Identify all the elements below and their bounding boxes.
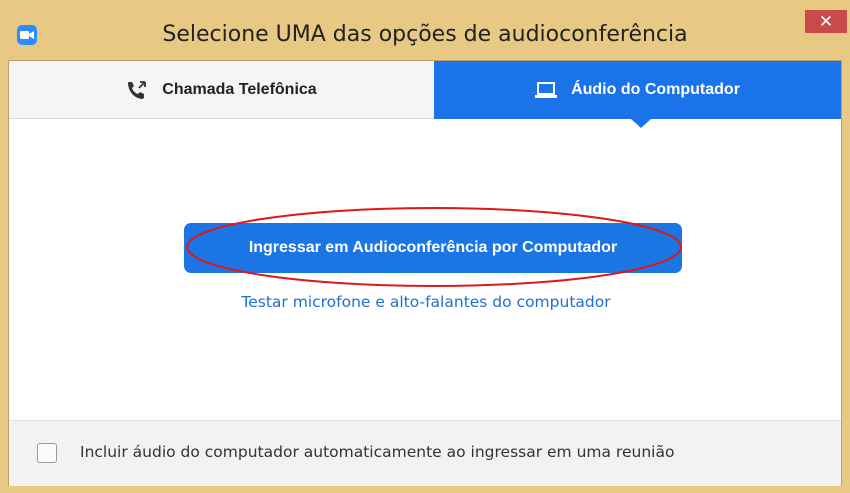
selected-tab-pointer	[630, 118, 652, 128]
dialog-content: Chamada Telefônica Áudio do Computador I…	[8, 60, 842, 486]
auto-join-audio-label[interactable]: Incluir áudio do computador automaticame…	[80, 443, 674, 461]
close-button[interactable]: ✕	[805, 10, 847, 33]
tab-phone-call[interactable]: Chamada Telefônica	[9, 61, 434, 119]
join-computer-audio-button[interactable]: Ingressar em Audioconferência por Comput…	[184, 223, 682, 273]
tab-phone-call-label: Chamada Telefônica	[162, 80, 317, 98]
window-title: Selecione UMA das opções de audioconferê…	[162, 22, 688, 47]
audio-options-dialog: Selecione UMA das opções de audioconferê…	[0, 0, 850, 493]
tab-bar: Chamada Telefônica Áudio do Computador	[9, 61, 841, 128]
title-bar: Selecione UMA das opções de audioconferê…	[0, 0, 850, 59]
tab-computer-audio[interactable]: Áudio do Computador	[434, 61, 841, 119]
test-speaker-mic-link[interactable]: Testar microfone e alto-falantes do comp…	[1, 293, 850, 311]
close-icon: ✕	[818, 11, 834, 32]
tab-computer-audio-label: Áudio do Computador	[571, 81, 740, 98]
auto-join-audio-checkbox[interactable]	[37, 443, 57, 463]
phone-icon	[126, 80, 148, 100]
footer: Incluir áudio do computador automaticame…	[9, 420, 841, 486]
laptop-icon	[535, 81, 558, 99]
